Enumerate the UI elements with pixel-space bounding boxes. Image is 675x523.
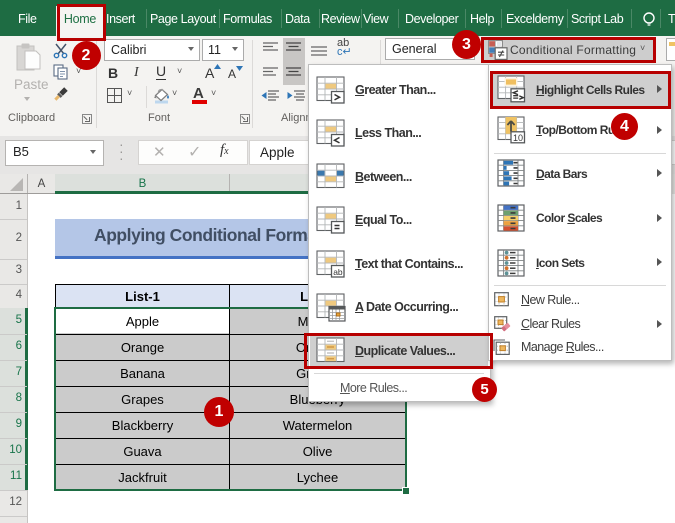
svg-text:10: 10 — [513, 133, 523, 143]
svg-text:ab: ab — [333, 267, 343, 277]
